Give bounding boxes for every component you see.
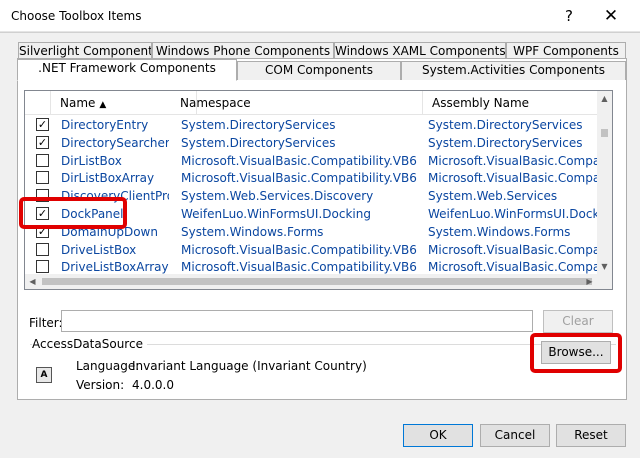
column-header-namespace[interactable]: Namespace (171, 91, 423, 115)
table-row[interactable]: DiscoveryClientProtoc System.Web.Services… (25, 187, 597, 205)
table-row[interactable]: DirListBox Microsoft.VisualBasic.Compatib… (25, 152, 597, 170)
scroll-up-icon[interactable]: ▲ (597, 91, 612, 106)
row-checkbox[interactable] (36, 189, 49, 203)
row-checkbox[interactable]: ✓ (36, 135, 49, 149)
sort-ascending-icon: ▲ (99, 100, 107, 110)
clear-button[interactable]: Clear (543, 310, 613, 333)
scroll-down-icon[interactable]: ▼ (597, 259, 612, 274)
row-checkbox[interactable]: ✓ (36, 207, 49, 220)
row-namespace: Microsoft.VisualBasic.Compatibility.VB6 (181, 153, 417, 168)
row-name: DirListBox (61, 153, 122, 168)
scroll-right-icon[interactable]: ▶ (582, 274, 597, 289)
language-value: Invariant Language (Invariant Country) (132, 359, 367, 373)
row-assembly-name: System.DirectoryServices (428, 135, 583, 150)
scrollbar-corner (597, 274, 612, 289)
component-icon: A (36, 367, 52, 383)
row-assembly-name: WeifenLuo.WinFormsUI.Docking (428, 207, 597, 221)
horizontal-scrollbar[interactable]: ◀ ▶ (25, 274, 597, 289)
close-button[interactable]: ✕ (596, 4, 626, 28)
row-namespace: System.Windows.Forms (181, 224, 324, 239)
components-list[interactable]: Name ▲ Namespace Assembly Name ✓ Directory… (24, 90, 613, 290)
header-checkbox-column (25, 91, 51, 115)
table-row[interactable]: DirListBoxArray Microsoft.VisualBasic.Com… (25, 169, 597, 187)
row-name: DriveListBox (61, 242, 137, 257)
scroll-left-icon[interactable]: ◀ (25, 274, 40, 289)
details-group-title: AccessDataSource (32, 337, 147, 351)
row-name: DirListBoxArray (61, 171, 155, 186)
row-name: DockPanel (61, 207, 124, 221)
row-namespace: System.DirectoryServices (181, 118, 336, 132)
tab-system-activities-components[interactable]: System.Activities Components (401, 61, 626, 80)
row-name: DomainUpDown (61, 224, 158, 239)
row-checkbox[interactable] (36, 153, 49, 167)
row-assembly-name: System.Web.Services (428, 189, 558, 204)
list-header: Name ▲ Namespace Assembly Name (25, 91, 597, 115)
reset-button[interactable]: Reset (556, 424, 626, 447)
table-row[interactable]: ✓ DirectorySearcher System.DirectoryServic… (25, 134, 597, 152)
vertical-scroll-thumb[interactable] (601, 129, 608, 137)
title-bar: Choose Toolbox Items ? ✕ (0, 0, 640, 32)
row-checkbox[interactable]: ✓ (36, 224, 49, 238)
cancel-button[interactable]: Cancel (480, 424, 550, 447)
row-assembly-name: Microsoft.VisualBasic.Compatibilit (428, 171, 597, 186)
table-row[interactable]: ✓ DirectoryEntry System.DirectoryServices S… (25, 116, 597, 134)
row-namespace: Microsoft.VisualBasic.Compatibility.VB6 (181, 171, 417, 186)
horizontal-scroll-thumb[interactable] (42, 278, 592, 285)
vertical-scrollbar[interactable]: ▲ ▼ (597, 91, 612, 274)
row-namespace: System.DirectoryServices (181, 135, 336, 150)
version-label: Version: (76, 378, 125, 392)
browse-button[interactable]: Browse... (541, 341, 611, 364)
tab-com-components[interactable]: COM Components (237, 61, 401, 80)
table-row[interactable]: DriveListBox Microsoft.VisualBasic.Compat… (25, 241, 597, 259)
row-checkbox[interactable] (36, 171, 49, 185)
row-assembly-name: System.Windows.Forms (428, 224, 571, 239)
filter-label: Filter: (29, 316, 63, 330)
row-checkbox[interactable] (36, 242, 49, 256)
row-name: DiscoveryClientProtoc (61, 189, 169, 204)
language-label: Language: (76, 359, 140, 373)
help-button[interactable]: ? (556, 4, 582, 28)
row-checkbox[interactable]: ✓ (36, 118, 49, 131)
tab-net-framework-components[interactable]: .NET Framework Components (17, 59, 237, 81)
window-title: Choose Toolbox Items (11, 9, 142, 23)
column-header-name-label: Name (60, 96, 96, 110)
row-assembly-name: Microsoft.VisualBasic.Compatibilit (428, 153, 597, 168)
row-name: DirectoryEntry (61, 118, 149, 132)
column-header-assembly-name[interactable]: Assembly Name (423, 91, 597, 115)
table-row[interactable]: ✓ DomainUpDown System.Windows.Forms System.… (25, 223, 597, 241)
table-row[interactable]: ✓ DockPanel WeifenLuo.WinFormsUI.Docking We… (25, 205, 597, 223)
row-name: DirectorySearcher (61, 135, 169, 150)
filter-input[interactable] (61, 310, 533, 332)
ok-button[interactable]: OK (403, 424, 473, 447)
row-namespace: WeifenLuo.WinFormsUI.Docking (181, 207, 371, 221)
row-assembly-name: Microsoft.VisualBasic.Compatibilit (428, 242, 597, 257)
row-checkbox[interactable] (36, 260, 49, 274)
version-value: 4.0.0.0 (132, 378, 174, 392)
row-namespace: System.Web.Services.Discovery (181, 189, 374, 204)
row-assembly-name: System.DirectoryServices (428, 118, 583, 132)
row-namespace: Microsoft.VisualBasic.Compatibility.VB6 (181, 242, 417, 257)
